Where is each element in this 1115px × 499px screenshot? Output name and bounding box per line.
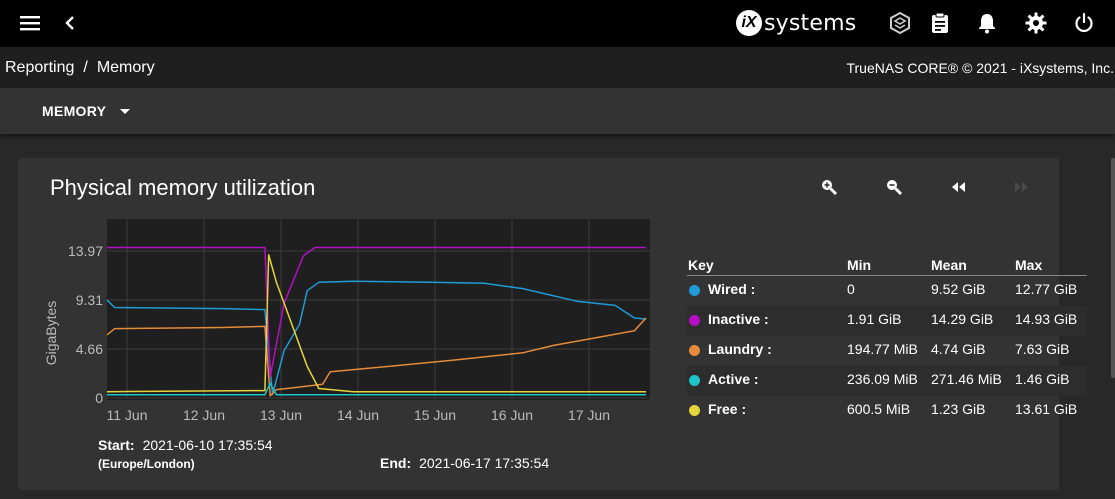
legend-dot xyxy=(689,345,700,356)
legend-mean: 9.52 GiB xyxy=(931,281,986,297)
legend-min: 0 xyxy=(847,281,855,297)
legend-dot xyxy=(689,285,700,296)
legend-table: Key Min Mean Max Wired : 0 9.52 GiB 12.7… xyxy=(687,252,1087,426)
brand-text: systems xyxy=(764,10,857,36)
breadcrumb-bar: Reporting / Memory TrueNAS CORE® © 2021 - … xyxy=(0,47,1115,89)
header-min: Min xyxy=(847,257,872,273)
card-title: Physical memory utilization xyxy=(50,175,316,200)
end-label: End: xyxy=(380,455,412,471)
legend-min: 236.09 MiB xyxy=(847,371,918,387)
step-forward-icon xyxy=(1014,180,1036,200)
memory-menu-button[interactable]: MEMORY xyxy=(42,103,131,119)
breadcrumb-separator: / xyxy=(83,59,88,76)
legend-min: 194.77 MiB xyxy=(847,341,918,357)
settings-gear-icon[interactable] xyxy=(1023,10,1049,36)
breadcrumb-item-memory: Memory xyxy=(96,59,155,76)
page-scrollbar[interactable] xyxy=(1111,158,1115,378)
legend-min: 600.5 MiB xyxy=(847,401,911,417)
header-max: Max xyxy=(1015,257,1043,273)
task-manager-icon[interactable] xyxy=(927,10,953,36)
legend-row-inactive: Inactive : 1.91 GiB 14.29 GiB 14.93 GiB xyxy=(687,306,1087,336)
timezone-label: (Europe/London) xyxy=(98,457,195,471)
legend-max: 12.77 GiB xyxy=(1015,281,1078,297)
start-value: 2021-06-10 17:35:54 xyxy=(142,437,273,453)
legend-min: 1.91 GiB xyxy=(847,311,902,327)
legend-max: 14.93 GiB xyxy=(1015,311,1078,327)
legend-label: Active : xyxy=(708,371,759,387)
ixsystems-logo: iX systems xyxy=(736,8,856,38)
legend-label: Laundry : xyxy=(708,341,772,357)
legend-mean: 4.74 GiB xyxy=(931,341,986,357)
legend-dot xyxy=(689,315,700,326)
legend-mean: 14.29 GiB xyxy=(931,311,994,327)
breadcrumb-item-reporting[interactable]: Reporting xyxy=(5,59,74,76)
legend-mean: 1.23 GiB xyxy=(931,401,986,417)
notifications-icon[interactable] xyxy=(974,10,1000,36)
end-value: 2021-06-17 17:35:54 xyxy=(419,455,550,471)
legend-max: 13.61 GiB xyxy=(1015,401,1078,417)
legend-row-wired: Wired : 0 9.52 GiB 12.77 GiB xyxy=(687,276,1087,306)
range-start: Start: 2021-06-10 17:35:54 xyxy=(98,437,273,453)
zoom-in-icon[interactable] xyxy=(820,178,842,198)
copyright-text: TrueNAS CORE® © 2021 - iXsystems, Inc. xyxy=(846,60,1114,76)
legend-max: 1.46 GiB xyxy=(1015,371,1070,387)
chevron-left-icon[interactable] xyxy=(57,10,83,36)
legend-label: Free : xyxy=(708,401,747,417)
legend-label: Wired : xyxy=(708,281,756,297)
legend-max: 7.63 GiB xyxy=(1015,341,1070,357)
hamburger-menu-icon[interactable] xyxy=(17,10,43,36)
caret-down-icon xyxy=(120,108,131,114)
legend-row-laundry: Laundry : 194.77 MiB 4.74 GiB 7.63 GiB xyxy=(687,336,1087,366)
legend-label: Inactive : xyxy=(708,311,769,327)
legend-header: Key Min Mean Max xyxy=(687,252,1087,276)
top-navigation-bar: iX systems xyxy=(0,0,1115,47)
legend-row-active: Active : 236.09 MiB 271.46 MiB 1.46 GiB xyxy=(687,366,1087,396)
legend-row-free: Free : 600.5 MiB 1.23 GiB 13.61 GiB xyxy=(687,396,1087,426)
truecommand-icon[interactable] xyxy=(887,10,913,36)
zoom-out-icon[interactable] xyxy=(885,178,907,198)
memory-menu-label: MEMORY xyxy=(42,103,107,119)
header-key: Key xyxy=(688,257,714,273)
step-back-icon[interactable] xyxy=(950,180,972,200)
start-label: Start: xyxy=(98,437,135,453)
breadcrumb: Reporting / Memory xyxy=(5,59,155,77)
legend-dot xyxy=(689,375,700,386)
power-icon[interactable] xyxy=(1071,10,1097,36)
header-mean: Mean xyxy=(931,257,967,273)
report-toolbar: MEMORY xyxy=(0,89,1115,134)
brand-mark: iX xyxy=(736,10,762,36)
legend-dot xyxy=(689,405,700,416)
legend-mean: 271.46 MiB xyxy=(931,371,1002,387)
range-end: End: 2021-06-17 17:35:54 xyxy=(380,455,549,471)
